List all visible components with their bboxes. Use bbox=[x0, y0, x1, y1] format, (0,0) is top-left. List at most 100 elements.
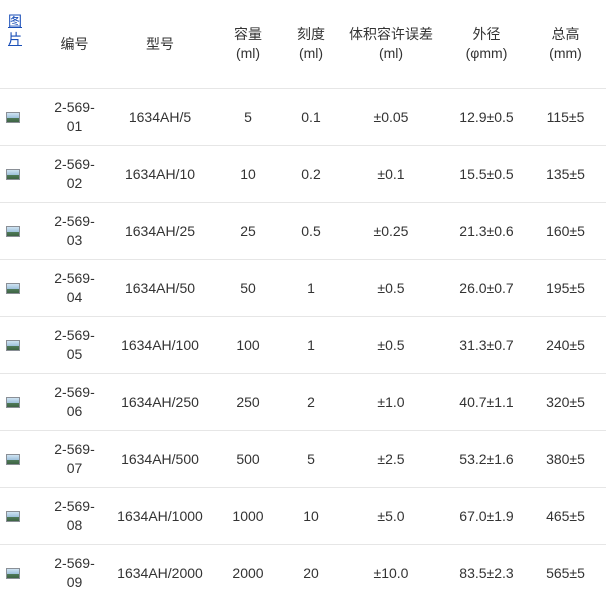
image-thumbnail-icon[interactable] bbox=[6, 511, 20, 522]
graduation-cell: 1 bbox=[288, 260, 334, 317]
image-thumbnail-icon[interactable] bbox=[6, 454, 20, 465]
image-thumbnail-icon[interactable] bbox=[6, 397, 20, 408]
model-cell: 1634AH/25 bbox=[112, 203, 208, 260]
picture-header-link[interactable]: 图片 bbox=[8, 12, 22, 48]
table-row: 2-569-021634AH/10100.2±0.115.5±0.5135±5 bbox=[0, 146, 606, 203]
graduation-cell: 5 bbox=[288, 431, 334, 488]
tolerance-cell: ±0.1 bbox=[334, 146, 448, 203]
code-cell: 2-569-04 bbox=[37, 260, 112, 317]
image-thumbnail-icon[interactable] bbox=[6, 169, 20, 180]
model-cell: 1634AH/50 bbox=[112, 260, 208, 317]
height-cell: 320±5 bbox=[525, 374, 606, 431]
graduation-cell: 0.1 bbox=[288, 89, 334, 146]
height-cell: 565±5 bbox=[525, 545, 606, 601]
model-cell: 1634AH/2000 bbox=[112, 545, 208, 601]
code-value: 2-569-05 bbox=[50, 326, 100, 364]
model-cell: 1634AH/5 bbox=[112, 89, 208, 146]
code-cell: 2-569-06 bbox=[37, 374, 112, 431]
graduation-cell: 20 bbox=[288, 545, 334, 601]
tolerance-cell: ±1.0 bbox=[334, 374, 448, 431]
graduation-column-header: 刻度 (ml) bbox=[288, 0, 334, 89]
product-spec-table: 图片 编号 型号 容量 (ml) 刻度 (ml) 体积容许误差 (ml) 外径 … bbox=[0, 0, 606, 601]
code-cell: 2-569-07 bbox=[37, 431, 112, 488]
product-thumbnail-cell[interactable] bbox=[0, 146, 37, 203]
capacity-cell: 10 bbox=[208, 146, 288, 203]
product-thumbnail-cell[interactable] bbox=[0, 431, 37, 488]
table-row: 2-569-06 1634AH/2502502±1.040.7±1.1320±5 bbox=[0, 374, 606, 431]
model-cell: 1634AH/1000 bbox=[112, 488, 208, 545]
graduation-header-unit: (ml) bbox=[288, 44, 334, 63]
table-row: 2-569-081634AH/1000100010±5.067.0±1.9465… bbox=[0, 488, 606, 545]
diameter-cell: 26.0±0.7 bbox=[448, 260, 525, 317]
picture-column-header[interactable]: 图片 bbox=[0, 0, 37, 89]
capacity-cell: 1000 bbox=[208, 488, 288, 545]
height-cell: 160±5 bbox=[525, 203, 606, 260]
product-thumbnail-cell[interactable] bbox=[0, 89, 37, 146]
graduation-cell: 0.5 bbox=[288, 203, 334, 260]
tolerance-column-header: 体积容许误差 (ml) bbox=[334, 0, 448, 89]
code-cell: 2-569-08 bbox=[37, 488, 112, 545]
tolerance-cell: ±0.5 bbox=[334, 260, 448, 317]
capacity-cell: 5 bbox=[208, 89, 288, 146]
model-column-header: 型号 bbox=[112, 0, 208, 89]
height-cell: 380±5 bbox=[525, 431, 606, 488]
table-row: 2-569-041634AH/50501±0.526.0±0.7195±5 bbox=[0, 260, 606, 317]
table-row: 2-569-09 1634AH/2000200020±10.083.5±2.356… bbox=[0, 545, 606, 601]
tolerance-cell: ±10.0 bbox=[334, 545, 448, 601]
image-thumbnail-icon[interactable] bbox=[6, 283, 20, 294]
product-thumbnail-cell[interactable] bbox=[0, 545, 37, 601]
tolerance-cell: ±0.25 bbox=[334, 203, 448, 260]
diameter-cell: 31.3±0.7 bbox=[448, 317, 525, 374]
product-thumbnail-cell[interactable] bbox=[0, 374, 37, 431]
height-cell: 135±5 bbox=[525, 146, 606, 203]
graduation-cell: 2 bbox=[288, 374, 334, 431]
code-value: 2-569-06 bbox=[50, 383, 100, 421]
tolerance-header-unit: (ml) bbox=[334, 44, 448, 63]
code-value: 2-569-07 bbox=[50, 440, 100, 478]
height-cell: 240±5 bbox=[525, 317, 606, 374]
height-header-label: 总高 bbox=[525, 25, 606, 44]
code-cell: 2-569-01 bbox=[37, 89, 112, 146]
capacity-cell: 50 bbox=[208, 260, 288, 317]
height-cell: 195±5 bbox=[525, 260, 606, 317]
product-thumbnail-cell[interactable] bbox=[0, 488, 37, 545]
capacity-header-unit: (ml) bbox=[208, 44, 288, 63]
height-cell: 465±5 bbox=[525, 488, 606, 545]
product-thumbnail-cell[interactable] bbox=[0, 260, 37, 317]
diameter-cell: 40.7±1.1 bbox=[448, 374, 525, 431]
code-cell: 2-569-05 bbox=[37, 317, 112, 374]
image-thumbnail-icon[interactable] bbox=[6, 568, 20, 579]
table-row: 2-569-011634AH/550.1±0.0512.9±0.5115±5 bbox=[0, 89, 606, 146]
diameter-column-header: 外径 (φmm) bbox=[448, 0, 525, 89]
product-thumbnail-cell[interactable] bbox=[0, 317, 37, 374]
tolerance-header-label: 体积容许误差 bbox=[334, 25, 448, 44]
tolerance-cell: ±2.5 bbox=[334, 431, 448, 488]
image-thumbnail-icon[interactable] bbox=[6, 226, 20, 237]
diameter-cell: 21.3±0.6 bbox=[448, 203, 525, 260]
code-value: 2-569-09 bbox=[50, 554, 100, 592]
diameter-cell: 15.5±0.5 bbox=[448, 146, 525, 203]
code-cell: 2-569-09 bbox=[37, 545, 112, 601]
capacity-column-header: 容量 (ml) bbox=[208, 0, 288, 89]
diameter-cell: 67.0±1.9 bbox=[448, 488, 525, 545]
table-header-row: 图片 编号 型号 容量 (ml) 刻度 (ml) 体积容许误差 (ml) 外径 … bbox=[0, 0, 606, 89]
height-column-header: 总高 (mm) bbox=[525, 0, 606, 89]
code-value: 2-569-08 bbox=[50, 497, 100, 535]
table-row: 2-569-051634AH/1001001±0.531.3±0.7240±5 bbox=[0, 317, 606, 374]
model-cell: 1634AH/250 bbox=[112, 374, 208, 431]
capacity-cell: 2000 bbox=[208, 545, 288, 601]
graduation-cell: 0.2 bbox=[288, 146, 334, 203]
capacity-cell: 250 bbox=[208, 374, 288, 431]
tolerance-cell: ±0.5 bbox=[334, 317, 448, 374]
code-cell: 2-569-02 bbox=[37, 146, 112, 203]
image-thumbnail-icon[interactable] bbox=[6, 340, 20, 351]
height-cell: 115±5 bbox=[525, 89, 606, 146]
diameter-header-label: 外径 bbox=[448, 25, 525, 44]
model-cell: 1634AH/500 bbox=[112, 431, 208, 488]
tolerance-cell: ±5.0 bbox=[334, 488, 448, 545]
product-thumbnail-cell[interactable] bbox=[0, 203, 37, 260]
code-value: 2-569-03 bbox=[50, 212, 100, 250]
image-thumbnail-icon[interactable] bbox=[6, 112, 20, 123]
diameter-cell: 83.5±2.3 bbox=[448, 545, 525, 601]
table-row: 2-569-071634AH/5005005±2.553.2±1.6380±5 bbox=[0, 431, 606, 488]
